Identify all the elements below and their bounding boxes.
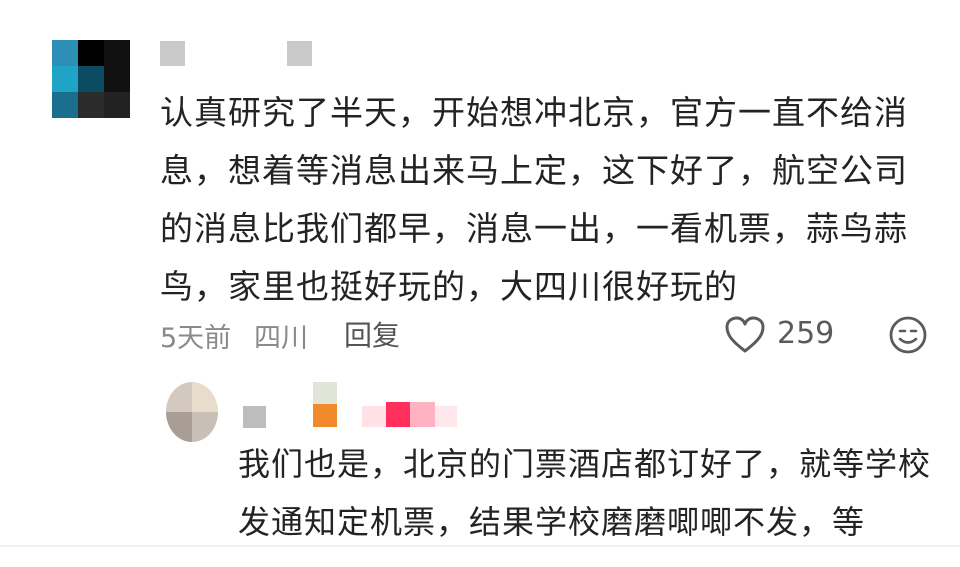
- avatar-pixel: [104, 40, 130, 66]
- avatar-pixel: [78, 66, 104, 92]
- like-count: 259: [777, 316, 835, 351]
- emoji-button[interactable]: [888, 315, 928, 355]
- like-button[interactable]: [724, 315, 766, 355]
- avatar-pixel: [52, 92, 78, 118]
- pixel-block: [313, 382, 337, 404]
- avatar-pixel: [104, 66, 130, 92]
- pixel-block: [287, 41, 312, 66]
- avatar-pixel: [192, 412, 218, 442]
- avatar-pixel: [78, 92, 104, 118]
- emoji-icon: [889, 316, 927, 354]
- pixel-block: [243, 406, 266, 428]
- avatar-pixel: [52, 66, 78, 92]
- avatar-pixel: [166, 382, 192, 412]
- pixel-block: [362, 406, 386, 427]
- reply-button[interactable]: 回复: [344, 314, 400, 354]
- comment-text: 认真研究了半天，开始想冲北京，官方一直不给消息，想着等消息出来马上定，这下好了，…: [160, 93, 908, 306]
- avatar-pixel: [52, 40, 78, 66]
- pixel-block: [410, 402, 435, 427]
- pixel-block: [160, 41, 185, 66]
- comment-location: 四川: [254, 323, 308, 354]
- reply-avatar[interactable]: [166, 382, 218, 442]
- avatar-pixel: [104, 92, 130, 118]
- divider: [0, 545, 960, 547]
- avatar[interactable]: [52, 40, 130, 118]
- pixel-block: [313, 404, 337, 427]
- avatar-pixel: [166, 412, 192, 442]
- pixel-block: [435, 406, 457, 427]
- heart-icon: [725, 316, 765, 353]
- avatar-pixel: [192, 382, 218, 412]
- reply-text: 我们也是，北京的门票酒店都订好了，就等学校发通知定机票，结果学校磨磨唧唧不发，等: [238, 445, 932, 541]
- comment-time: 5天前: [160, 323, 232, 354]
- avatar-pixel: [78, 40, 104, 66]
- pixel-block: [386, 402, 410, 427]
